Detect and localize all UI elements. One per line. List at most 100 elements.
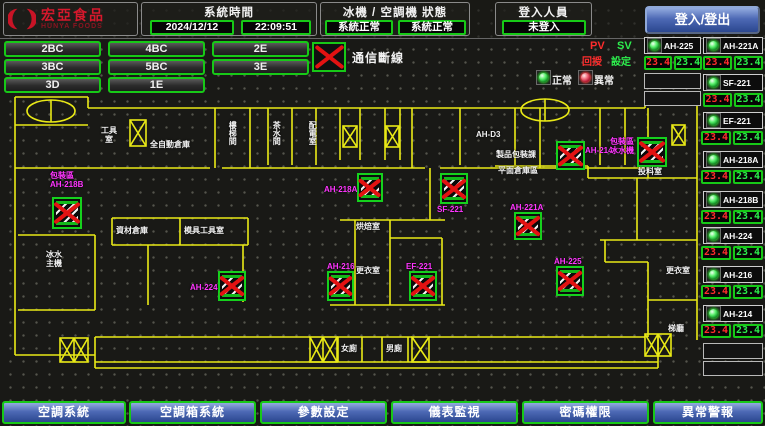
device-ef-221[interactable]: EF-221 — [703, 112, 763, 129]
ahu-unit-label: AH-216 — [327, 262, 355, 271]
device-ah-221a[interactable]: AH-221A — [703, 37, 763, 54]
room-label: 投料室 — [638, 167, 662, 176]
ahu-unit-offline[interactable] — [409, 271, 437, 301]
machine-status-section: 冰機 / 空調機 狀態 系統正常 系統正常 — [320, 2, 470, 36]
nav-ahu-system-button[interactable]: 空調箱系統 — [129, 401, 256, 424]
device-ah-225[interactable]: AH-225 — [644, 37, 701, 54]
room-label: 更衣室 — [356, 266, 380, 275]
nav-ac-system-button[interactable]: 空調系統 — [2, 401, 126, 424]
room-label: 模具工具室 — [184, 226, 224, 235]
nav-meter-monitor-button[interactable]: 儀表監視 — [391, 401, 518, 424]
device-sf-221[interactable]: SF-221 — [703, 74, 763, 91]
sv-header: SV — [617, 40, 632, 52]
sv-value: 23.4 — [734, 56, 763, 70]
ahu-unit-offline[interactable] — [52, 197, 82, 229]
hunya-logo-icon — [8, 6, 36, 32]
ahu-unit-label: 包裝區 AH-218B — [50, 171, 83, 189]
pv-value: 23.4 — [701, 131, 731, 145]
pv-value: 23.4 — [701, 285, 731, 299]
zone-button-1e[interactable]: 1E — [108, 77, 205, 93]
system-date-value: 2024/12/12 — [150, 20, 234, 35]
device-led-icon — [706, 267, 721, 282]
zone-button-2e[interactable]: 2E — [212, 41, 309, 57]
system-time-label: 系統時間 — [142, 3, 316, 20]
pv-value: 23.4 — [701, 246, 731, 260]
sv-value: 23.4 — [733, 285, 763, 299]
logo-text-en: HUNYA FOODS — [41, 23, 105, 31]
sv-value: 23.4 — [733, 210, 763, 224]
sv-value: 23.4 — [674, 56, 702, 70]
zone-button-5bc[interactable]: 5BC — [108, 59, 205, 75]
shaft-x-icon — [60, 120, 685, 362]
ahu-unit-offline[interactable] — [514, 212, 542, 240]
pv-value: 23.4 — [701, 324, 731, 338]
ahu-unit-offline[interactable] — [556, 141, 585, 170]
empty-slot — [703, 361, 763, 376]
room-label: 樓梯間 — [228, 121, 237, 145]
device-ah-224[interactable]: AH-224 — [703, 227, 763, 244]
ahu-unit-offline[interactable] — [357, 173, 383, 202]
system-time-value: 22:09:51 — [241, 20, 311, 35]
device-values: 23.4 23.4 — [644, 56, 701, 70]
abnormal-led-icon — [578, 70, 593, 85]
device-values: 23.4 23.4 — [701, 285, 763, 299]
login-logout-button[interactable]: 登入/登出 — [645, 6, 760, 34]
comm-lost-label: 通信斷線 — [352, 49, 404, 66]
normal-led-icon — [536, 70, 551, 85]
system-time-section: 系統時間 2024/12/12 22:09:51 — [141, 2, 317, 36]
device-led-icon — [706, 152, 721, 167]
ahu-unit-label: AH-214 — [585, 146, 613, 155]
ahu-unit-label: AH-225 — [554, 257, 582, 266]
sv-value: 23.4 — [733, 246, 763, 260]
hmi-screen: 包裝區 AH-218B AH-224 AH-216 EF-221 AH-218A… — [0, 0, 765, 426]
device-values: 23.4 23.4 — [701, 170, 763, 184]
room-label: AH-D3 — [476, 130, 500, 139]
ahu-status-value: 系統正常 — [398, 20, 466, 35]
room-label: 女廁 — [341, 344, 357, 353]
room-label: 冰水 主機 — [46, 250, 62, 268]
ahu-unit-offline[interactable] — [218, 271, 246, 301]
ahu-unit-offline[interactable] — [637, 137, 667, 167]
room-label: 梯廳 — [668, 324, 684, 333]
machine-status-label: 冰機 / 空調機 狀態 — [321, 3, 469, 20]
login-section: 登入人員 未登入 — [495, 2, 592, 36]
room-label: 配電室 — [308, 121, 317, 145]
zone-button-3e[interactable]: 3E — [212, 59, 309, 75]
sv-value: 23.4 — [734, 93, 763, 107]
setpoint-header: 設定 — [611, 53, 631, 68]
zone-button-3d[interactable]: 3D — [4, 77, 101, 93]
device-values: 23.4 23.4 — [701, 210, 763, 224]
ahu-unit-label: SF-221 — [437, 205, 463, 214]
comm-lost-icon — [312, 42, 346, 72]
nav-alarm-button[interactable]: 異常警報 — [653, 401, 763, 424]
empty-slot — [644, 91, 701, 106]
device-led-icon — [706, 306, 721, 321]
nav-parameter-button[interactable]: 參數設定 — [260, 401, 387, 424]
device-values: 23.4 23.4 — [701, 324, 763, 338]
ahu-unit-offline[interactable] — [440, 173, 468, 204]
device-ah-218a[interactable]: AH-218A — [703, 151, 763, 168]
sv-value: 23.4 — [733, 131, 763, 145]
pv-header: PV — [590, 40, 605, 52]
nav-password-button[interactable]: 密碼權限 — [522, 401, 649, 424]
ahu-unit-offline[interactable] — [327, 271, 354, 301]
device-ah-216[interactable]: AH-216 — [703, 266, 763, 283]
empty-slot — [644, 73, 701, 89]
ahu-unit-offline[interactable] — [556, 266, 584, 296]
room-label: 製品包裝課 — [496, 150, 536, 159]
zone-button-3bc[interactable]: 3BC — [4, 59, 101, 75]
room-label: 更衣室 — [666, 266, 690, 275]
device-ah-218b[interactable]: AH-218B — [703, 191, 763, 208]
login-user-value: 未登入 — [502, 20, 586, 35]
device-led-icon — [647, 38, 662, 53]
zone-button-2bc[interactable]: 2BC — [4, 41, 101, 57]
device-ah-214[interactable]: AH-214 — [703, 305, 763, 322]
device-values: 23.4 23.4 — [703, 93, 763, 107]
device-values: 23.4 23.4 — [701, 131, 763, 145]
abnormal-label: 異常 — [594, 72, 614, 87]
ahu-unit-label: AH-221A — [510, 203, 543, 212]
ahu-unit-label: AH-218A — [324, 185, 357, 194]
zone-button-4bc[interactable]: 4BC — [108, 41, 205, 57]
device-led-icon — [706, 228, 721, 243]
device-led-icon — [706, 113, 721, 128]
